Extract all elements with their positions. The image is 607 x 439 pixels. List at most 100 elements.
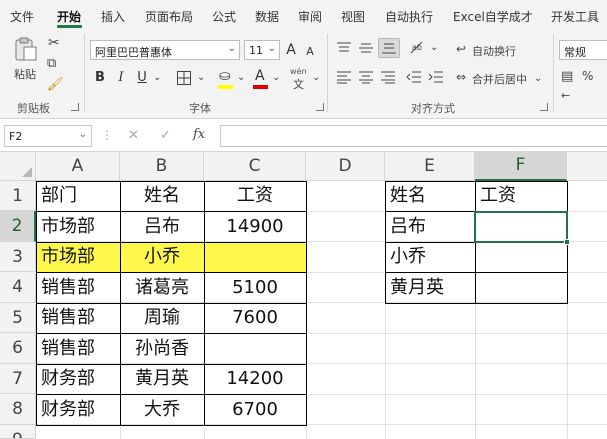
row-header-3[interactable]: 3 (0, 242, 36, 272)
select-all-corner[interactable] (0, 152, 36, 181)
alignment-launcher-icon[interactable] (540, 103, 548, 111)
cell-c1[interactable]: 工资 (204, 181, 306, 211)
chevron-down-icon[interactable]: ⌄ (534, 74, 542, 84)
align-center-icon[interactable] (358, 70, 374, 84)
row-header-8[interactable]: 8 (0, 394, 36, 425)
borders-icon[interactable] (176, 70, 192, 86)
tab-insert[interactable]: 插入 (101, 8, 125, 25)
scissors-icon[interactable]: ✂ (48, 36, 60, 50)
percent-style-icon[interactable]: % (582, 70, 593, 82)
formula-input[interactable] (220, 125, 607, 147)
shrink-font-button[interactable]: A (303, 42, 317, 62)
chevron-down-icon[interactable]: ⌄ (197, 73, 205, 83)
cell-c8[interactable]: 6700 (204, 395, 306, 425)
cell-b1[interactable]: 姓名 (120, 181, 204, 211)
column-header-e[interactable]: E (385, 152, 475, 181)
tab-page-layout[interactable]: 页面布局 (145, 8, 193, 25)
cell-e4[interactable]: 黄月英 (385, 273, 475, 303)
tab-formulas[interactable]: 公式 (212, 8, 236, 25)
tab-home[interactable]: 开始 (57, 8, 81, 25)
tab-developer[interactable]: 开发工具 (551, 8, 599, 25)
column-header-c[interactable]: C (204, 152, 306, 181)
tab-review[interactable]: 审阅 (298, 8, 322, 25)
cell-b8[interactable]: 大乔 (120, 395, 204, 425)
cell-e1[interactable]: 姓名 (385, 181, 475, 211)
font-color-button[interactable]: A (252, 68, 270, 90)
cell-b5[interactable]: 周瑜 (120, 303, 204, 333)
tab-excel-self-study[interactable]: Excel自学成才 (453, 8, 533, 25)
align-middle-icon[interactable] (358, 41, 374, 55)
insert-function-button[interactable]: fx (193, 128, 205, 141)
cell-b6[interactable]: 孙尚香 (120, 334, 204, 364)
row-header-6[interactable]: 6 (0, 333, 36, 364)
cell-b7[interactable]: 黄月英 (120, 364, 204, 394)
cell-a5[interactable]: 销售部 (36, 303, 120, 333)
fill-color-button[interactable]: ⛀ (217, 68, 235, 90)
chevron-down-icon[interactable]: ⌄ (430, 43, 438, 53)
chevron-down-icon[interactable]: ⌄ (312, 73, 320, 83)
column-header-b[interactable]: B (120, 152, 204, 181)
cell-e3[interactable]: 小乔 (385, 242, 475, 272)
italic-button[interactable]: I (113, 68, 129, 88)
increase-indent-icon[interactable] (428, 70, 444, 84)
column-header-f[interactable]: F (475, 152, 567, 181)
row-header-5[interactable]: 5 (0, 303, 36, 333)
copy-icon[interactable]: ⧉ (47, 57, 56, 70)
cell-c7[interactable]: 14200 (204, 364, 306, 394)
enter-icon[interactable]: ✓ (160, 129, 171, 142)
format-painter-icon[interactable]: 🖌 (47, 78, 64, 91)
cell-b4[interactable]: 诸葛亮 (120, 273, 204, 303)
tab-file[interactable]: 文件 (10, 8, 34, 25)
cell-a1[interactable]: 部门 (36, 181, 120, 211)
row-header-9[interactable]: 9 (0, 425, 36, 439)
cell-a3[interactable]: 市场部 (36, 242, 120, 272)
cancel-icon[interactable]: ✕ (128, 129, 139, 142)
active-cell-selection[interactable] (474, 211, 568, 243)
cell-a4[interactable]: 销售部 (36, 273, 120, 303)
align-right-icon[interactable] (380, 70, 396, 84)
row-header-2[interactable]: 2 (0, 211, 36, 242)
cell-a8[interactable]: 财务部 (36, 395, 120, 425)
cell-b2[interactable]: 吕布 (120, 212, 204, 242)
merge-center-button[interactable]: ⇔ 合并后居中 (456, 68, 542, 88)
clipboard-launcher-icon[interactable] (71, 103, 79, 111)
bold-button[interactable]: B (92, 68, 108, 88)
accounting-format-icon[interactable]: ▤ (561, 70, 573, 83)
underline-button[interactable]: U (134, 68, 150, 88)
decrease-indent-icon[interactable] (406, 70, 422, 84)
font-launcher-icon[interactable] (316, 103, 324, 111)
number-format-select[interactable]: 常规 (559, 40, 607, 60)
align-bottom-button[interactable] (378, 38, 400, 58)
cell-a2[interactable]: 市场部 (36, 212, 120, 242)
grow-font-button[interactable]: A (283, 40, 299, 60)
font-name-select[interactable]: 阿里巴巴普惠体 ⌄ (90, 40, 240, 60)
row-header-7[interactable]: 7 (0, 364, 36, 394)
tab-view[interactable]: 视图 (341, 8, 365, 25)
row-header-4[interactable]: 4 (0, 272, 36, 303)
cell-c5[interactable]: 7600 (204, 303, 306, 333)
wrap-text-button[interactable]: ↩ 自动换行 (456, 40, 526, 60)
increase-decimal-icon[interactable]: ← (561, 90, 570, 101)
name-box[interactable]: F2 ⌄ (4, 125, 92, 147)
orientation-icon[interactable]: ab (408, 39, 426, 55)
align-top-icon[interactable] (336, 41, 352, 55)
cell-c4[interactable]: 5100 (204, 273, 306, 303)
column-header-d[interactable]: D (306, 152, 385, 181)
row-header-1[interactable]: 1 (0, 181, 36, 211)
paste-button[interactable]: 粘贴 (8, 34, 44, 90)
column-header-g[interactable] (567, 152, 607, 181)
chevron-down-icon[interactable]: ⌄ (153, 73, 161, 83)
cell-c2[interactable]: 14900 (204, 212, 306, 242)
cell-e2[interactable]: 吕布 (385, 212, 475, 242)
chevron-down-icon[interactable]: ⌄ (272, 73, 280, 83)
column-header-a[interactable]: A (36, 152, 120, 181)
tab-automate[interactable]: 自动执行 (385, 8, 433, 25)
cell-a6[interactable]: 销售部 (36, 334, 120, 364)
chevron-down-icon[interactable]: ⌄ (237, 73, 245, 83)
fill-handle[interactable] (564, 239, 570, 245)
phonetic-guide-button[interactable]: wén 文 (288, 67, 312, 91)
cell-f1[interactable]: 工资 (475, 181, 567, 211)
font-size-select[interactable]: 11 ⌄ (244, 40, 280, 60)
cell-b3[interactable]: 小乔 (120, 242, 204, 272)
tab-data[interactable]: 数据 (255, 8, 279, 25)
